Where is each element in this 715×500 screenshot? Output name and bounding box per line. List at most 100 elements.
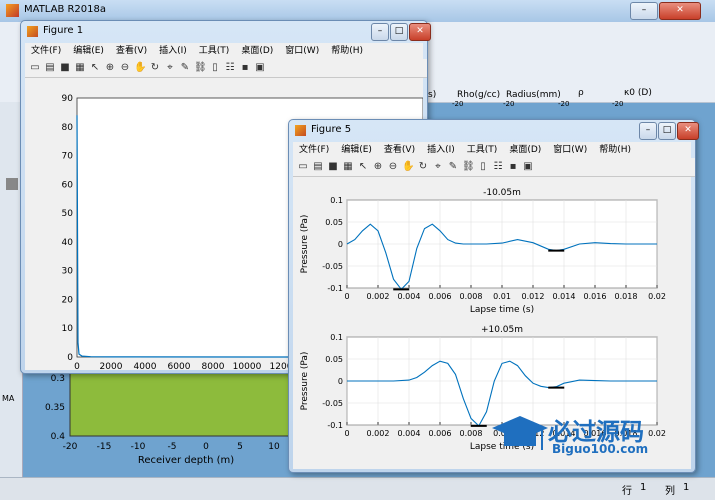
zoom-in-icon[interactable]: ⊕ (104, 62, 116, 74)
save-icon[interactable]: ■ (59, 62, 71, 74)
maximize-button[interactable]: □ (658, 122, 676, 140)
legend-icon[interactable]: ☷ (492, 161, 504, 173)
link-icon[interactable]: ⛓ (194, 62, 207, 74)
ribbon-symbol-kappa: κ0 (D) (624, 88, 652, 98)
menu-file[interactable]: 文件(F) (293, 142, 335, 158)
hide-tools-icon[interactable]: ▪ (239, 62, 251, 74)
x-tick-label: 0.016 (584, 292, 607, 301)
zoom-in-icon[interactable]: ⊕ (372, 161, 384, 173)
close-button[interactable]: ✕ (659, 2, 701, 20)
y-tick-label: 90 (62, 94, 74, 104)
open-folder-icon[interactable]: ▤ (312, 161, 324, 173)
minimize-button[interactable]: – (639, 122, 657, 140)
menu-desktop[interactable]: 桌面(D) (503, 142, 547, 158)
hide-tools-icon[interactable]: ▪ (507, 161, 519, 173)
brush-icon[interactable]: ✎ (179, 62, 191, 74)
pointer-icon[interactable]: ↖ (89, 62, 101, 74)
brush-icon[interactable]: ✎ (447, 161, 459, 173)
figure-icon (295, 125, 306, 136)
y-tick-label: 60 (62, 180, 74, 190)
menu-view[interactable]: 查看(V) (110, 43, 153, 59)
background-plot-area (69, 367, 292, 437)
status-col-value: 1 (683, 482, 690, 493)
maximize-button[interactable]: □ (390, 23, 408, 41)
legend-icon[interactable]: ☷ (224, 62, 236, 74)
x-tick-label: 8000 (202, 362, 225, 370)
menu-tools[interactable]: 工具(T) (193, 43, 236, 59)
y-tick-label: 50 (62, 209, 74, 219)
pan-icon[interactable]: ✋ (134, 62, 146, 74)
menu-window[interactable]: 窗口(W) (547, 142, 593, 158)
data-cursor-icon[interactable]: ⌖ (164, 62, 176, 74)
menu-edit[interactable]: 编辑(E) (67, 43, 110, 59)
scroll-thumb[interactable] (6, 178, 18, 190)
x-tick-label: 0 (344, 292, 349, 301)
close-button[interactable]: ✕ (409, 23, 431, 41)
xtick: -15 (97, 442, 112, 452)
menu-window[interactable]: 窗口(W) (279, 43, 325, 59)
minimize-button[interactable]: – (630, 2, 658, 20)
graduation-cap-logo (492, 416, 548, 450)
ribbon-symbol-rho: ρ (578, 88, 584, 98)
zoom-out-icon[interactable]: ⊖ (119, 62, 131, 74)
pan-icon[interactable]: ✋ (402, 161, 414, 173)
pointer-icon[interactable]: ↖ (357, 161, 369, 173)
link-icon[interactable]: ⛓ (462, 161, 475, 173)
dock-icon[interactable]: ▣ (254, 62, 266, 74)
y-tick-label: 10 (62, 324, 74, 334)
minimize-button[interactable]: – (371, 23, 389, 41)
y-tick-label: 40 (62, 238, 74, 248)
ribbon-symbol-s: s) (428, 90, 437, 100)
ytick: 0.35 (45, 403, 65, 413)
rotate-icon[interactable]: ↻ (417, 161, 429, 173)
print-icon[interactable]: ▦ (342, 161, 354, 173)
menu-insert[interactable]: 插入(I) (421, 142, 461, 158)
y-axis-label: Pressure (Pa) (300, 352, 310, 411)
x-tick-label: 0.014 (553, 292, 576, 301)
y-tick-label: 20 (62, 295, 74, 305)
new-file-icon[interactable]: ▭ (297, 161, 309, 173)
figure5-title: Figure 5 (311, 124, 352, 135)
menu-tools[interactable]: 工具(T) (461, 142, 504, 158)
y-tick-label: 0.1 (330, 196, 343, 205)
zoom-out-icon[interactable]: ⊖ (387, 161, 399, 173)
ribbon-tick: -20 (503, 100, 515, 108)
print-icon[interactable]: ▦ (74, 62, 86, 74)
menu-file[interactable]: 文件(F) (25, 43, 67, 59)
status-bar: 行 1 列 1 (0, 477, 715, 500)
colorbar-icon[interactable]: ▯ (209, 62, 221, 74)
x-tick-label: 0 (344, 429, 349, 438)
xtick: -10 (131, 442, 146, 452)
ribbon-label-radius: Radius(mm) (506, 90, 561, 100)
ribbon-tick: -20 (612, 100, 624, 108)
new-file-icon[interactable]: ▭ (29, 62, 41, 74)
menu-help[interactable]: 帮助(H) (325, 43, 369, 59)
menu-desktop[interactable]: 桌面(D) (235, 43, 279, 59)
ytick: 0.3 (51, 374, 65, 384)
figure5-menubar: 文件(F) 编辑(E) 查看(V) 插入(I) 工具(T) 桌面(D) 窗口(W… (293, 142, 691, 158)
figure5-window-controls: – □ ✕ (639, 122, 699, 140)
data-cursor-icon[interactable]: ⌖ (432, 161, 444, 173)
save-icon[interactable]: ■ (327, 161, 339, 173)
open-folder-icon[interactable]: ▤ (44, 62, 56, 74)
colorbar-icon[interactable]: ▯ (477, 161, 489, 173)
rotate-icon[interactable]: ↻ (149, 62, 161, 74)
y-tick-label: 0.1 (330, 333, 343, 342)
ribbon-tick: -20 (558, 100, 570, 108)
matlab-window-controls: – ✕ (630, 2, 701, 20)
menu-insert[interactable]: 插入(I) (153, 43, 193, 59)
x-tick-label: 0.018 (615, 292, 638, 301)
figure-icon (27, 26, 38, 37)
dock-icon[interactable]: ▣ (522, 161, 534, 173)
y-tick-label: 80 (62, 123, 74, 133)
xtick: -20 (63, 442, 78, 452)
x-tick-label: 0.012 (522, 292, 545, 301)
menu-help[interactable]: 帮助(H) (593, 142, 637, 158)
menu-view[interactable]: 查看(V) (378, 142, 421, 158)
close-button[interactable]: ✕ (677, 122, 699, 140)
xtick: 5 (237, 442, 243, 452)
x-tick-label: 0.008 (460, 292, 483, 301)
menu-edit[interactable]: 编辑(E) (335, 142, 378, 158)
y-tick-label: 0.05 (325, 355, 343, 364)
y-tick-label: 0 (338, 240, 343, 249)
